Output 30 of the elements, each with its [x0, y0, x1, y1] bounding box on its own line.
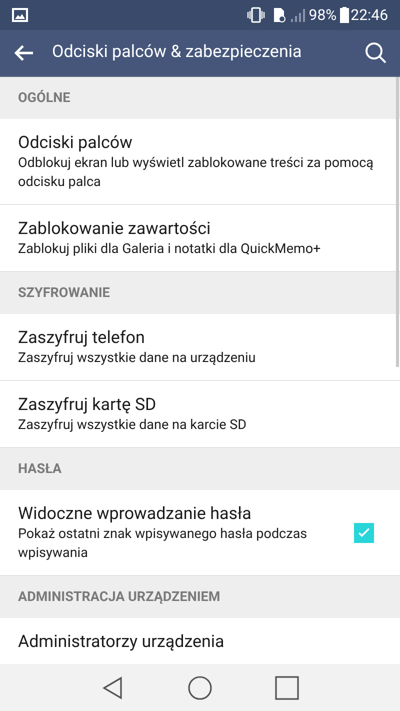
signal-icon — [290, 7, 306, 23]
checkbox[interactable] — [354, 523, 374, 543]
search-icon[interactable] — [364, 41, 388, 65]
sd-card-icon — [272, 7, 286, 23]
item-subtitle: Zaszyfruj wszystkie dane na urządzeniu — [18, 349, 257, 368]
settings-item[interactable]: Administratorzy urządzenia — [0, 618, 400, 664]
settings-item[interactable]: Zablokowanie zawartości Zablokuj pliki dla Galeria i notatki dla QuickMemo+ — [0, 205, 400, 272]
clock: 22:46 — [350, 4, 388, 26]
recents-icon[interactable] — [274, 676, 299, 700]
item-subtitle: Zablokuj pliki dla Galeria i notatki dla QuickMemo+ — [18, 240, 322, 259]
vibrate-icon — [246, 7, 266, 23]
item-subtitle: Odblokuj ekran lub wyświetl zablokowane treści za pomocą odcisku palca — [18, 154, 374, 192]
item-subtitle: Zaszyfruj wszystkie dane na karcie SD — [18, 416, 248, 435]
item-title: Zaszyfruj kartę SD — [18, 394, 158, 416]
item-title: Widoczne wprowadzanie hasła — [18, 503, 252, 525]
settings-item[interactable]: Zaszyfruj telefon Zaszyfruj wszystkie dane na urządzeniu — [0, 314, 400, 381]
image-icon — [12, 8, 28, 22]
item-title: Administratorzy urządzenia — [18, 631, 226, 653]
item-subtitle: Pokaż ostatni znak wpisywanego hasła podczas wpisywania — [18, 525, 308, 563]
battery-percent: 98% — [308, 4, 337, 26]
item-title: Odciski palców — [18, 132, 134, 154]
checkmark-icon — [357, 526, 371, 540]
item-title: Zaszyfruj telefon — [18, 327, 146, 349]
settings-item[interactable]: Odciski palców Odblokuj ekran lub wyświetl zablokowane treści za pomocą odcisku palca — [0, 119, 400, 205]
settings-item[interactable]: Zaszyfruj kartę SD Zaszyfruj wszystkie dane na karcie SD — [0, 381, 400, 448]
screen-title: Odciski palców & zabezpieczenia — [52, 41, 303, 64]
settings-item[interactable]: Widoczne wprowadzanie hasła Pokaż ostatni znak wpisywanego hasła podczas wpisywania — [0, 490, 400, 576]
item-title: Zablokowanie zawartości — [18, 218, 212, 240]
battery-icon — [340, 7, 349, 23]
home-icon[interactable] — [188, 676, 212, 700]
